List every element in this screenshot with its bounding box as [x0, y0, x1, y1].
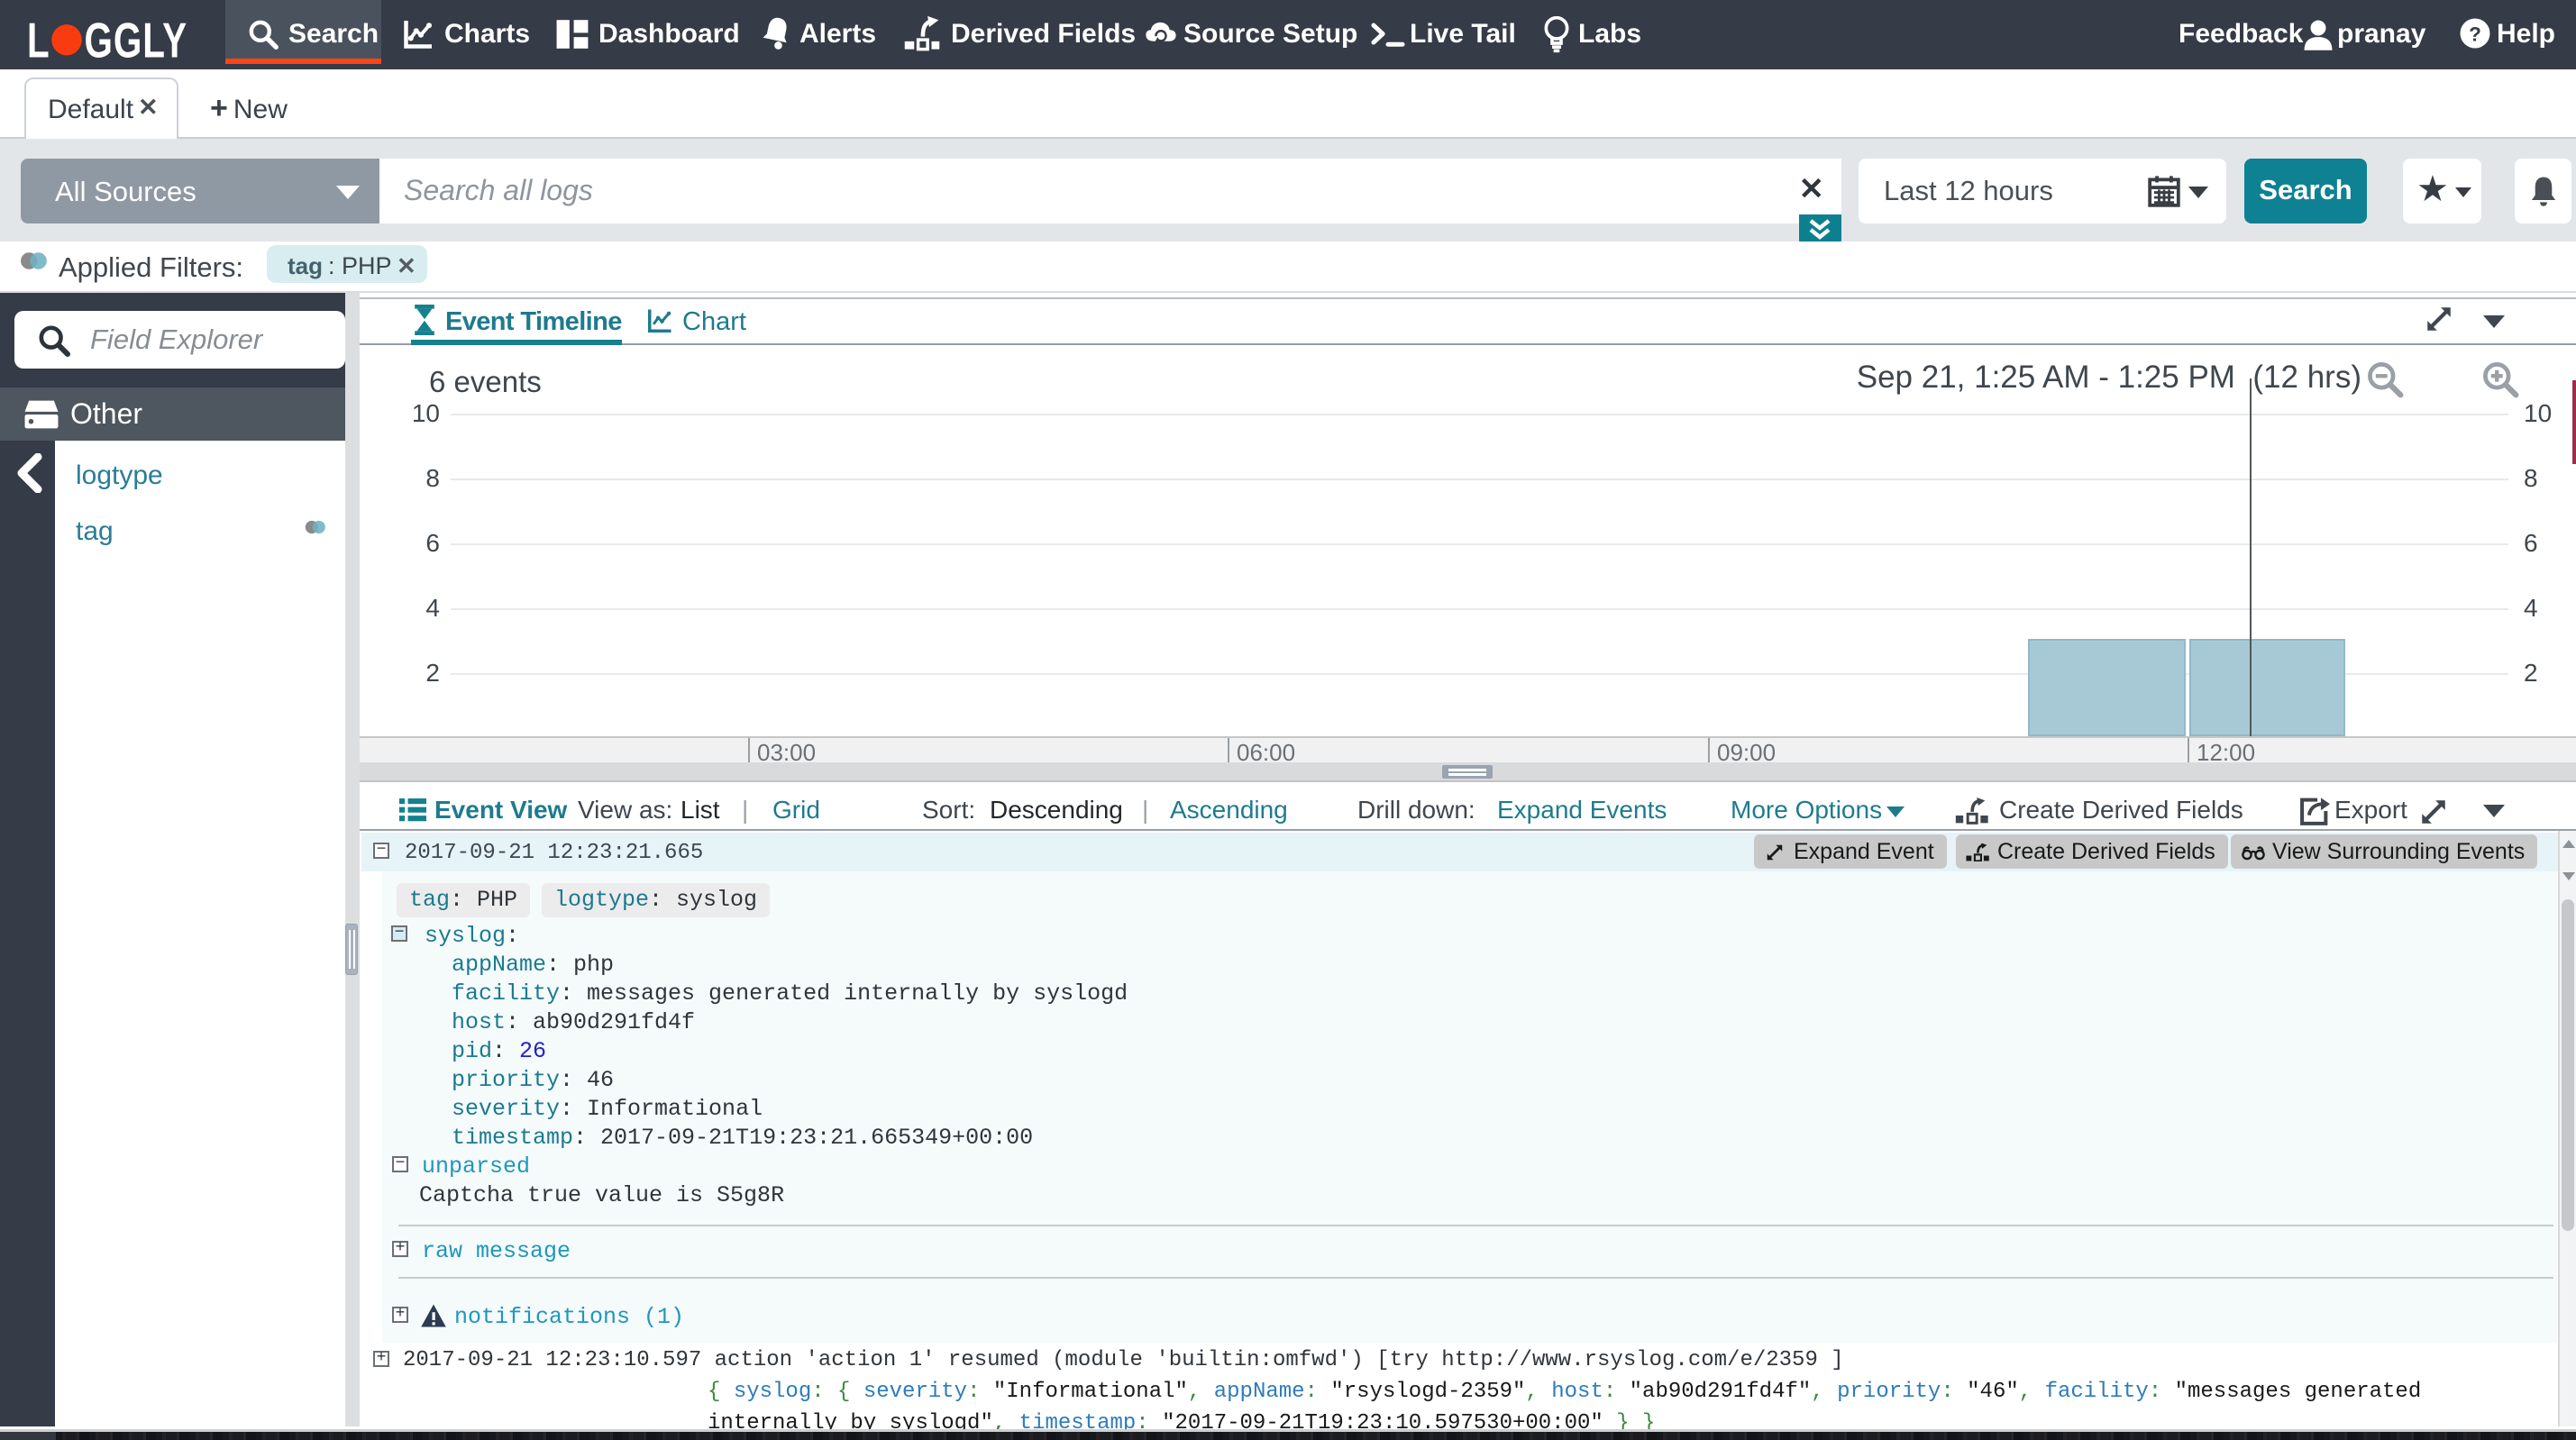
svg-text:?: ?: [2469, 23, 2481, 45]
